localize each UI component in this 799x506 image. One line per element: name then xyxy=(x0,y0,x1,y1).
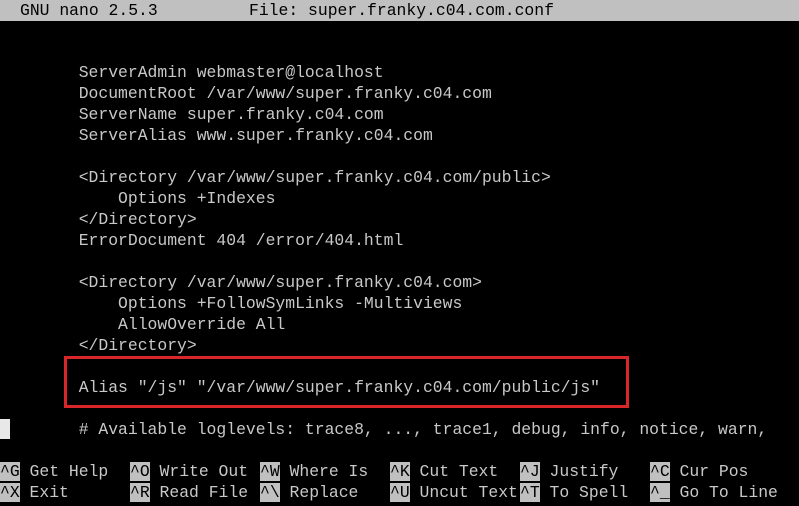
shortcut-replace[interactable]: ^\ Replace xyxy=(260,482,358,503)
highlight-annotation-box xyxy=(64,356,629,408)
shortcut-cut-text[interactable]: ^K Cut Text xyxy=(390,461,498,482)
config-line[interactable]: <Directory /var/www/super.franky.c04.com… xyxy=(0,167,551,188)
config-line[interactable]: </Directory> xyxy=(0,209,197,230)
shortcut-label: Exit xyxy=(29,483,69,502)
shortcut-to-spell[interactable]: ^T To Spell xyxy=(520,482,628,503)
shortcut-key: ^W xyxy=(260,462,280,481)
shortcut-key: ^K xyxy=(390,462,410,481)
config-line[interactable]: ServerAlias www.super.franky.c04.com xyxy=(0,125,433,146)
config-line[interactable]: </Directory> xyxy=(0,335,197,356)
shortcut-key: ^O xyxy=(130,462,150,481)
shortcut-get-help[interactable]: ^G Get Help xyxy=(0,461,108,482)
config-line[interactable]: AllowOverride All xyxy=(0,314,285,335)
shortcut-key: ^_ xyxy=(650,483,670,502)
shortcut-cur-pos[interactable]: ^C Cur Pos xyxy=(650,461,748,482)
config-line[interactable]: Options +FollowSymLinks -Multiviews xyxy=(0,293,462,314)
shortcut-label: Write Out xyxy=(159,462,249,481)
config-line[interactable]: <Directory /var/www/super.franky.c04.com… xyxy=(0,272,482,293)
config-line[interactable]: ServerName super.franky.c04.com xyxy=(0,104,384,125)
shortcut-justify[interactable]: ^J Justify xyxy=(520,461,618,482)
config-line[interactable]: Options +Indexes xyxy=(0,188,275,209)
shortcut-write-out[interactable]: ^O Write Out xyxy=(130,461,248,482)
shortcut-read-file[interactable]: ^R Read File xyxy=(130,482,248,503)
shortcut-label: Cur Pos xyxy=(679,462,749,481)
config-line[interactable]: ServerAdmin webmaster@localhost xyxy=(0,62,384,83)
shortcut-label: To Spell xyxy=(549,483,629,502)
config-line[interactable]: DocumentRoot /var/www/super.franky.c04.c… xyxy=(0,83,492,104)
shortcut-label: Uncut Text xyxy=(419,483,518,502)
shortcut-exit[interactable]: ^X Exit xyxy=(0,482,69,503)
shortcut-key: ^\ xyxy=(260,483,280,502)
shortcut-key: ^J xyxy=(520,462,540,481)
shortcut-key: ^G xyxy=(0,462,20,481)
nano-titlebar: GNU nano 2.5.3 File: super.franky.c04.co… xyxy=(0,0,799,21)
shortcut-uncut-text[interactable]: ^U Uncut Text xyxy=(390,482,518,503)
config-line[interactable]: ErrorDocument 404 /error/404.html xyxy=(0,230,404,251)
shortcut-label: Go To Line xyxy=(679,483,778,502)
shortcut-label: Cut Text xyxy=(419,462,499,481)
shortcut-label: Where Is xyxy=(289,462,369,481)
shortcut-key: ^R xyxy=(130,483,150,502)
shortcut-label: Get Help xyxy=(29,462,109,481)
editor-version: GNU nano 2.5.3 xyxy=(20,1,158,20)
shortcut-key: ^T xyxy=(520,483,540,502)
shortcut-key: ^X xyxy=(0,483,20,502)
shortcut-go-to-line[interactable]: ^_ Go To Line xyxy=(650,482,778,503)
shortcut-key: ^C xyxy=(650,462,670,481)
shortcut-label: Justify xyxy=(549,462,619,481)
shortcut-label: Read File xyxy=(159,483,249,502)
shortcut-where-is[interactable]: ^W Where Is xyxy=(260,461,368,482)
shortcut-label: Replace xyxy=(289,483,359,502)
text-cursor xyxy=(0,419,10,439)
config-line[interactable]: # Available loglevels: trace8, ..., trac… xyxy=(0,419,768,440)
file-name: File: super.franky.c04.com.conf xyxy=(249,1,554,20)
shortcut-key: ^U xyxy=(390,483,410,502)
